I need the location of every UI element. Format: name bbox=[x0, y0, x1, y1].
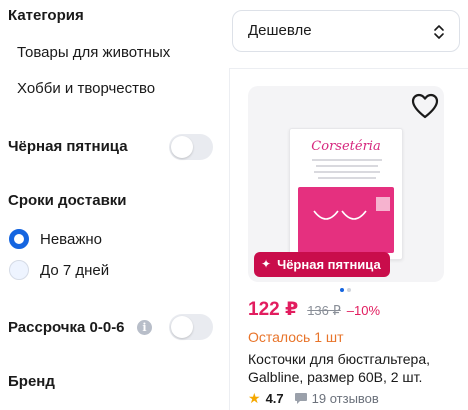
old-price: 136 ₽ bbox=[307, 303, 341, 318]
toggle-knob bbox=[171, 316, 193, 338]
package-text-line bbox=[318, 177, 376, 179]
installment-toggle[interactable] bbox=[169, 314, 213, 340]
filters-sidebar: Категория Товары для животных Хобби и тв… bbox=[0, 0, 228, 410]
header-divider bbox=[230, 68, 468, 69]
delivery-option-label: Неважно bbox=[40, 230, 102, 248]
package-mark bbox=[376, 197, 390, 211]
package-brand: Corsetéria bbox=[311, 139, 381, 154]
comment-icon bbox=[294, 393, 307, 404]
package-text-line bbox=[312, 159, 382, 161]
badge-label: Чёрная пятница bbox=[277, 257, 381, 272]
black-friday-toggle[interactable] bbox=[169, 134, 213, 160]
delivery-option-7-days[interactable]: До 7 дней bbox=[9, 260, 109, 280]
delivery-title: Сроки доставки bbox=[8, 192, 127, 209]
category-title: Категория bbox=[8, 7, 84, 24]
sparkle-icon: ✦ bbox=[261, 257, 272, 271]
reviews-count[interactable]: 19 отзывов bbox=[312, 391, 379, 406]
radio-checked[interactable] bbox=[9, 229, 29, 249]
current-price: 122 ₽ bbox=[248, 299, 299, 320]
sort-select[interactable]: Дешевле bbox=[232, 10, 460, 52]
brand-title: Бренд bbox=[8, 373, 55, 390]
sort-value: Дешевле bbox=[248, 22, 312, 39]
bra-wire-graphic bbox=[313, 210, 367, 220]
radio-unchecked[interactable] bbox=[9, 260, 29, 280]
delivery-option-label: До 7 дней bbox=[40, 261, 110, 279]
rating-row: ★ 4.7 19 отзывов bbox=[248, 390, 379, 407]
product-title[interactable]: Косточки для бюстгальтера, Galbline, раз… bbox=[248, 350, 458, 386]
image-pagination[interactable] bbox=[340, 288, 351, 292]
toggle-knob bbox=[171, 136, 193, 158]
category-link-pets[interactable]: Товары для животных bbox=[17, 44, 170, 61]
package-text-line bbox=[316, 165, 378, 167]
delivery-option-any[interactable]: Неважно bbox=[9, 229, 102, 249]
sort-chevron-icon bbox=[434, 25, 444, 39]
favorite-heart-icon[interactable] bbox=[410, 92, 440, 120]
installment-label: Рассрочка 0-0-6 bbox=[8, 319, 125, 336]
black-friday-badge: ✦ Чёрная пятница bbox=[254, 252, 390, 277]
pagination-dot-active[interactable] bbox=[340, 288, 344, 292]
stock-left: Осталось 1 шт bbox=[248, 329, 344, 345]
product-package: Corsetéria bbox=[289, 128, 403, 260]
black-friday-label: Чёрная пятница bbox=[8, 138, 128, 155]
category-link-hobby[interactable]: Хобби и творчество bbox=[17, 80, 155, 97]
star-icon: ★ bbox=[248, 390, 261, 406]
info-icon[interactable]: i bbox=[137, 320, 152, 335]
rating-value: 4.7 bbox=[265, 391, 284, 406]
pagination-dot[interactable] bbox=[347, 288, 351, 292]
price-row: 122 ₽ 136 ₽ –10% bbox=[248, 298, 380, 321]
package-text-line bbox=[314, 171, 380, 173]
column-divider bbox=[229, 68, 230, 410]
discount-label: –10% bbox=[346, 303, 381, 318]
